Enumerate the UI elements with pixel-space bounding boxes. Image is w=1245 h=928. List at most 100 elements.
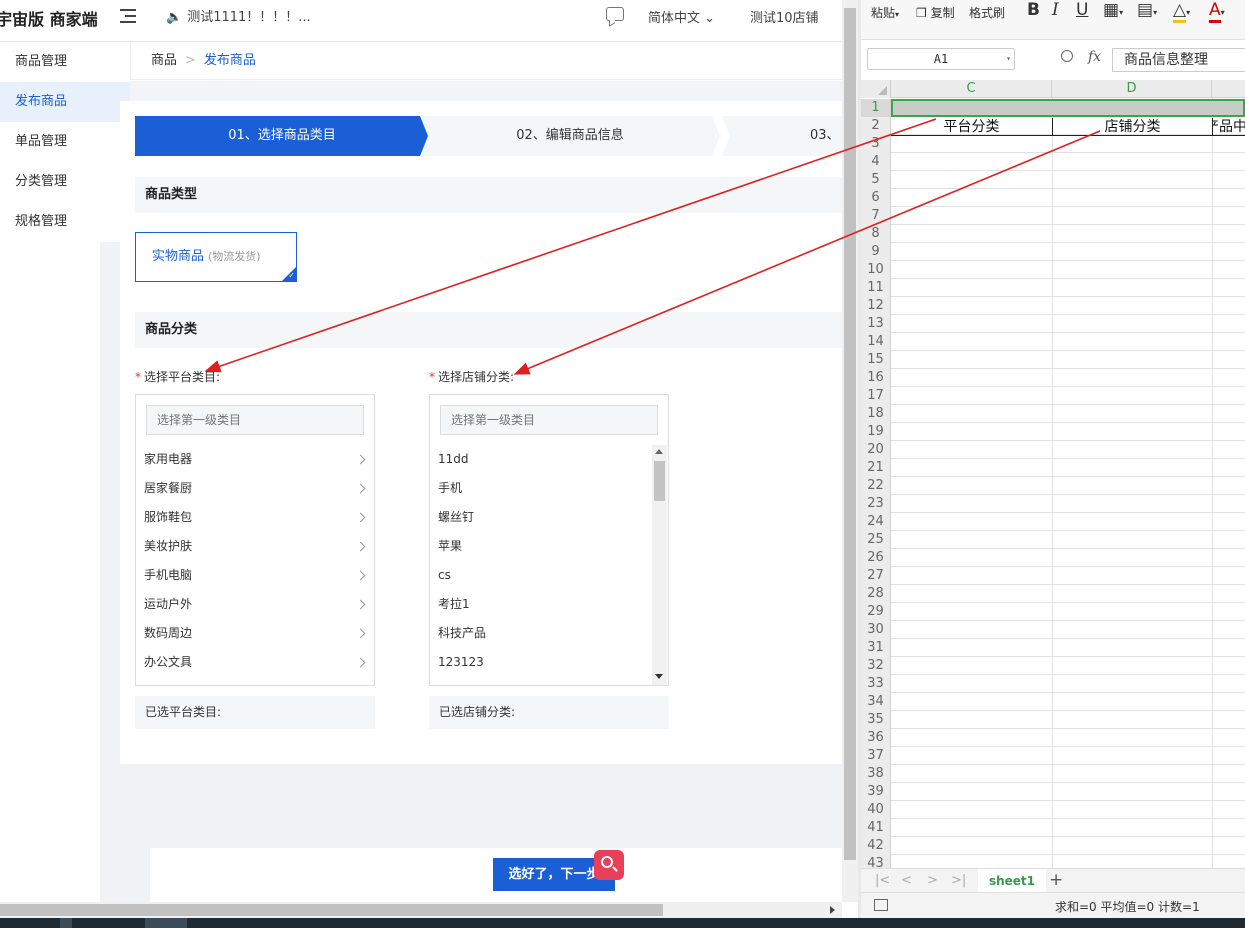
row-header-22[interactable]: 22	[861, 477, 891, 495]
list-item[interactable]: 数码周边	[144, 619, 374, 648]
list-item[interactable]: 考拉1	[438, 590, 470, 619]
copy-button[interactable]: ❐ 复制	[916, 4, 955, 21]
sidebar-item-publish-goods[interactable]: 发布商品	[0, 82, 130, 122]
row-header-30[interactable]: 30	[861, 621, 891, 639]
list-scrollbar[interactable]	[652, 445, 667, 685]
row-header-25[interactable]: 25	[861, 531, 891, 549]
page-horizontal-scrollbar[interactable]	[0, 902, 842, 918]
row-header-20[interactable]: 20	[861, 441, 891, 459]
list-item[interactable]: 手机电脑	[144, 561, 374, 590]
row-header-42[interactable]: 42	[861, 837, 891, 855]
row-header-21[interactable]: 21	[861, 459, 891, 477]
row-header-29[interactable]: 29	[861, 603, 891, 621]
column-header-e[interactable]	[1212, 80, 1245, 98]
list-item[interactable]: 运动户外	[144, 590, 374, 619]
row-header-38[interactable]: 38	[861, 765, 891, 783]
list-item[interactable]: 科技产品	[438, 619, 486, 648]
row-header-4[interactable]: 4	[861, 153, 891, 171]
row-header-31[interactable]: 31	[861, 639, 891, 657]
next-sheet-icon[interactable]: >	[927, 873, 938, 888]
sidebar-item-spec-manage[interactable]: 规格管理	[0, 202, 130, 242]
row-header-36[interactable]: 36	[861, 729, 891, 747]
list-item[interactable]: 手机	[438, 474, 462, 503]
row-header-16[interactable]: 16	[861, 369, 891, 387]
menu-collapse-icon[interactable]	[120, 8, 138, 24]
column-header-d[interactable]: D	[1052, 80, 1212, 98]
sheet-grid[interactable]: C D 1 2 3 4 5 6 7 8 9 10 11 12 13 14 15 16 17 18 19 20 21 22 2…	[861, 80, 1245, 873]
cell-e2[interactable]: 产品中	[1212, 118, 1245, 136]
font-color-icon[interactable]: A▾	[1209, 0, 1225, 23]
row-header-18[interactable]: 18	[861, 405, 891, 423]
border-icon[interactable]: ▦▾	[1103, 0, 1123, 20]
merge-icon[interactable]: ▤▾	[1137, 0, 1157, 20]
row-header-13[interactable]: 13	[861, 315, 891, 333]
row-header-9[interactable]: 9	[861, 243, 891, 261]
bold-button[interactable]: B	[1027, 0, 1040, 20]
list-item[interactable]: 服饰鞋包	[144, 503, 374, 532]
row-header-35[interactable]: 35	[861, 711, 891, 729]
row-header-37[interactable]: 37	[861, 747, 891, 765]
page-vertical-scrollbar[interactable]	[842, 0, 858, 902]
row-header-10[interactable]: 10	[861, 261, 891, 279]
list-item[interactable]: cs	[438, 561, 451, 590]
store-search-input[interactable]	[440, 405, 658, 435]
sidebar-item-category-manage[interactable]: 分类管理	[0, 162, 130, 202]
row-header-19[interactable]: 19	[861, 423, 891, 441]
prev-sheet-icon[interactable]: <	[901, 873, 912, 888]
underline-button[interactable]: U	[1076, 0, 1088, 20]
list-item[interactable]: 美妆护肤	[144, 532, 374, 561]
list-item[interactable]: 家用电器	[144, 445, 374, 474]
row-header-26[interactable]: 26	[861, 549, 891, 567]
row-header-33[interactable]: 33	[861, 675, 891, 693]
formula-input[interactable]: 商品信息整理	[1112, 48, 1245, 72]
macro-icon[interactable]	[874, 899, 888, 911]
row-header-11[interactable]: 11	[861, 279, 891, 297]
row-header-41[interactable]: 41	[861, 819, 891, 837]
row-header-15[interactable]: 15	[861, 351, 891, 369]
sidebar-item-goods-manage[interactable]: 商品管理	[0, 42, 130, 82]
store-name[interactable]: 测试10店铺	[750, 7, 819, 26]
row-header-8[interactable]: 8	[861, 225, 891, 243]
fill-color-icon[interactable]: △▾	[1173, 0, 1190, 23]
sidebar-item-sku-manage[interactable]: 单品管理	[0, 122, 130, 162]
column-header-c[interactable]: C	[891, 80, 1052, 98]
list-item[interactable]: 居家餐厨	[144, 474, 374, 503]
last-sheet-icon[interactable]: >|	[951, 873, 966, 888]
add-sheet-icon[interactable]: +	[1049, 869, 1063, 891]
row-header-39[interactable]: 39	[861, 783, 891, 801]
row-header-6[interactable]: 6	[861, 189, 891, 207]
list-item[interactable]: 11dd	[438, 445, 469, 474]
list-item[interactable]: 办公文具	[144, 648, 374, 677]
row-header-2[interactable]: 2	[861, 117, 891, 135]
cell-c2[interactable]: 平台分类	[891, 118, 1052, 136]
row-header-27[interactable]: 27	[861, 567, 891, 585]
row-header-7[interactable]: 7	[861, 207, 891, 225]
platform-search-input[interactable]	[146, 405, 364, 435]
sheet-tab[interactable]: sheet1	[978, 869, 1046, 893]
floating-search-icon[interactable]	[594, 850, 624, 880]
language-switcher[interactable]: 简体中文 ⌄	[648, 7, 715, 26]
paste-button[interactable]: 粘贴▾	[871, 4, 899, 21]
cell-d2[interactable]: 店铺分类	[1052, 118, 1212, 136]
message-icon[interactable]	[606, 7, 624, 21]
format-painter-button[interactable]: 格式刷	[969, 4, 1005, 21]
row-header-17[interactable]: 17	[861, 387, 891, 405]
row-header-34[interactable]: 34	[861, 693, 891, 711]
row-header-12[interactable]: 12	[861, 297, 891, 315]
row-header-24[interactable]: 24	[861, 513, 891, 531]
row-header-5[interactable]: 5	[861, 171, 891, 189]
row-header-3[interactable]: 3	[861, 135, 891, 153]
row-header-1[interactable]: 1	[861, 99, 891, 117]
announcement-marquee[interactable]: 🔈 测试1111！！！！...	[166, 6, 311, 25]
list-item[interactable]: 苹果	[438, 532, 462, 561]
row-header-23[interactable]: 23	[861, 495, 891, 513]
row-header-14[interactable]: 14	[861, 333, 891, 351]
breadcrumb-root[interactable]: 商品	[151, 53, 177, 68]
italic-button[interactable]: I	[1052, 0, 1059, 20]
list-item[interactable]: 123123	[438, 648, 484, 677]
row-header-32[interactable]: 32	[861, 657, 891, 675]
select-all-corner[interactable]	[861, 80, 891, 98]
selected-row-1[interactable]	[891, 99, 1245, 117]
name-box[interactable]: A1 ▾	[867, 48, 1015, 70]
row-header-28[interactable]: 28	[861, 585, 891, 603]
